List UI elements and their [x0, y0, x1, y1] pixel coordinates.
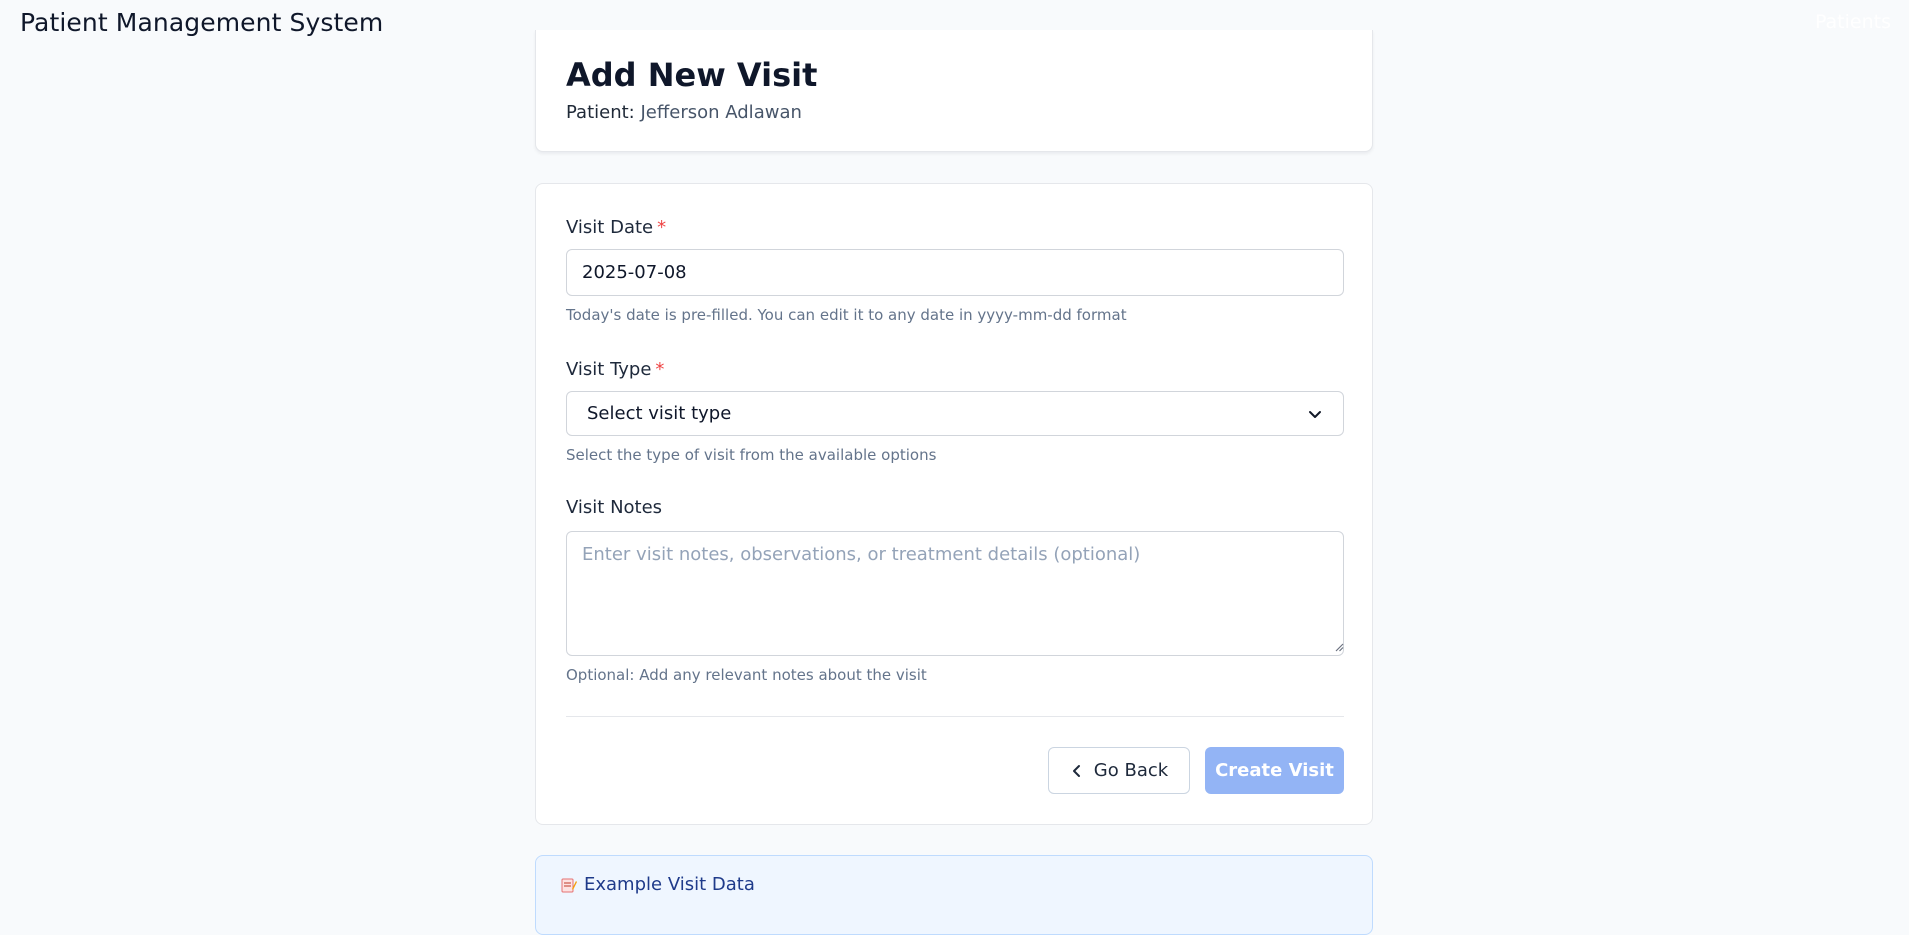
visit-date-input[interactable] — [566, 249, 1344, 296]
go-back-label: Go Back — [1093, 760, 1169, 781]
page-title: Add New Visit — [566, 56, 818, 94]
visit-notes-help: Optional: Add any relevant notes about t… — [566, 666, 927, 684]
visit-form: Visit Date* Today's date is pre-filled. … — [535, 183, 1373, 825]
visit-date-help: Today's date is pre-filled. You can edit… — [566, 306, 1127, 324]
chevron-down-icon — [1309, 410, 1321, 418]
go-back-button[interactable]: Go Back — [1048, 747, 1190, 794]
page-header-card: Add New Visit Patient: Jefferson Adlawan — [535, 30, 1373, 152]
visit-type-help: Select the type of visit from the availa… — [566, 446, 937, 464]
memo-icon — [561, 878, 577, 892]
patient-name: Jefferson Adlawan — [640, 102, 802, 123]
required-marker: * — [655, 359, 665, 380]
required-marker: * — [657, 217, 667, 238]
visit-date-label-text: Visit Date — [566, 217, 654, 238]
visit-type-label-text: Visit Type — [566, 359, 652, 380]
visit-type-label: Visit Type * — [566, 359, 664, 380]
patient-info: Patient: Jefferson Adlawan — [566, 102, 802, 123]
nav-link-patients[interactable]: Patients — [1815, 11, 1891, 33]
visit-notes-textarea[interactable] — [566, 531, 1344, 656]
example-visit-data-panel: Example Visit Data — [535, 855, 1373, 935]
resize-grip-icon[interactable] — [1335, 643, 1344, 652]
visit-type-select[interactable]: Select visit type — [566, 391, 1344, 436]
patient-label: Patient: — [566, 102, 635, 123]
visit-notes-label: Visit Notes — [566, 497, 663, 518]
example-title-text: Example Visit Data — [584, 874, 755, 895]
form-divider — [566, 716, 1344, 717]
chevron-left-icon — [1072, 764, 1080, 777]
visit-date-label: Visit Date * — [566, 217, 666, 238]
example-title: Example Visit Data — [560, 874, 755, 895]
create-visit-button[interactable]: Create Visit — [1205, 747, 1344, 794]
app-title: Patient Management System — [20, 8, 384, 37]
visit-type-selected: Select visit type — [587, 403, 732, 424]
